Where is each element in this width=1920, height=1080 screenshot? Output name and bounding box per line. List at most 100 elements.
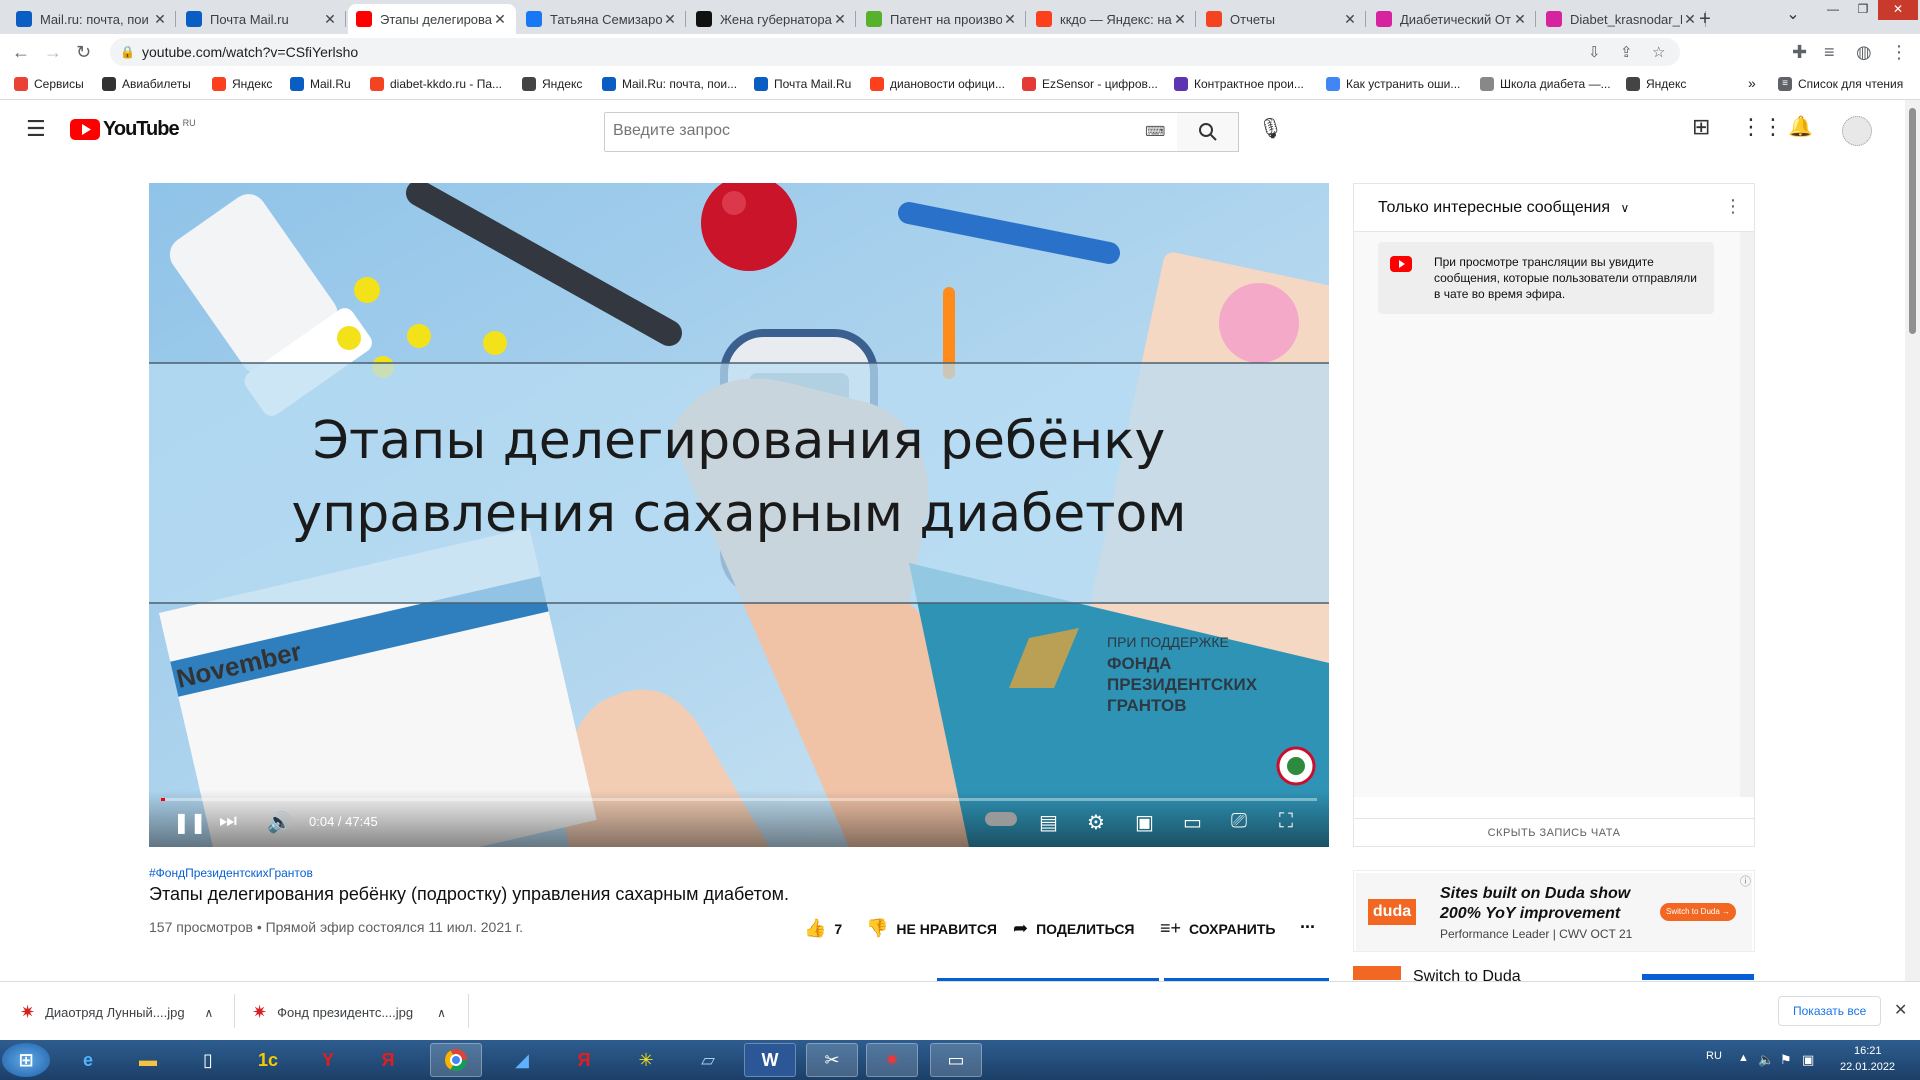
next-video-icon[interactable]: ⏭: [219, 810, 237, 833]
progress-bar[interactable]: [161, 798, 1317, 801]
close-tab-icon[interactable]: ✕: [492, 11, 508, 28]
clock-time[interactable]: 16:21: [1854, 1045, 1882, 1057]
file-explorer-icon[interactable]: ▬: [122, 1043, 174, 1077]
tab-search-icon[interactable]: ⌄: [1778, 6, 1808, 26]
like-button[interactable]: 👍 7: [804, 918, 842, 939]
bookmark-item[interactable]: Сервисы: [14, 77, 84, 91]
chat-scrollbar[interactable]: [1740, 232, 1754, 797]
autoplay-toggle[interactable]: [985, 812, 1017, 826]
share-page-icon[interactable]: ⇪: [1620, 43, 1633, 61]
page-scrollbar[interactable]: [1905, 100, 1920, 981]
thunderbird-icon[interactable]: ◢: [496, 1043, 548, 1077]
share-button[interactable]: ➦ ПОДЕЛИТЬСЯ: [1013, 918, 1135, 939]
new-tab-button[interactable]: +: [1690, 4, 1720, 34]
tray-expand-icon[interactable]: ▲: [1738, 1052, 1749, 1064]
bookmark-item[interactable]: Яндекс: [522, 77, 582, 91]
download-item-1[interactable]: ✷ Диаотряд Лунный....jpg ∧: [20, 1002, 213, 1023]
url-text[interactable]: youtube.com/watch?v=CSfiYerlsho: [142, 44, 358, 60]
video-player[interactable]: November Этапы делегирования ребёнку упр…: [149, 183, 1329, 847]
account-avatar[interactable]: [1842, 116, 1872, 146]
miniplayer-icon[interactable]: ▣: [1135, 810, 1154, 835]
bookmark-item[interactable]: Почта Mail.Ru: [754, 77, 851, 91]
browser-tab[interactable]: Жена губернатора ✕: [688, 4, 856, 34]
search-button[interactable]: [1177, 112, 1239, 152]
hide-chat-button[interactable]: СКРЫТЬ ЗАПИСЬ ЧАТА: [1354, 818, 1754, 848]
ad-info-icon[interactable]: ⓘ: [1740, 873, 1751, 889]
image-viewer-icon[interactable]: ✷: [866, 1043, 918, 1077]
close-window-icon[interactable]: ✕: [1878, 0, 1918, 20]
video-hashtag[interactable]: #ФондПрезидентскихГрантов: [149, 866, 313, 880]
close-downloads-icon[interactable]: ✕: [1894, 1000, 1907, 1020]
search-box[interactable]: ⌨: [604, 112, 1178, 152]
browser-tab[interactable]: ккдо — Яндекс: на ✕: [1028, 4, 1196, 34]
volume-icon[interactable]: 🔊: [267, 810, 292, 835]
bookmark-item[interactable]: Авиабилеты: [102, 77, 191, 91]
lock-icon[interactable]: 🔒: [120, 45, 135, 59]
bookmark-item[interactable]: Как устранить оши...: [1326, 77, 1460, 91]
bookmark-item[interactable]: Яндекс: [212, 77, 272, 91]
paint-icon[interactable]: ▱: [682, 1043, 734, 1077]
maximize-icon[interactable]: ❐: [1848, 0, 1878, 20]
chat-filter-dropdown[interactable]: Только интересные сообщения ∨: [1378, 199, 1629, 217]
chrome-menu-icon[interactable]: ⋮: [1890, 42, 1908, 63]
bookmark-item[interactable]: Яндекс: [1626, 77, 1686, 91]
page-scrollbar-thumb[interactable]: [1909, 108, 1916, 334]
forward-icon[interactable]: →: [44, 42, 62, 63]
reading-list-button[interactable]: ≡ Список для чтения: [1778, 77, 1903, 91]
browser-tab[interactable]: Diabet_krasnodar_F ✕: [1538, 4, 1706, 34]
reload-icon[interactable]: ↻: [76, 42, 91, 63]
address-bar[interactable]: 🔒 youtube.com/watch?v=CSfiYerlsho ⇩ ⇪ ☆: [110, 38, 1680, 66]
ad-cta-button[interactable]: Switch to Duda →: [1660, 903, 1736, 921]
close-tab-icon[interactable]: ✕: [1002, 11, 1018, 28]
chevron-up-icon[interactable]: ∧: [437, 1006, 446, 1020]
more-actions-button[interactable]: ...: [1300, 912, 1315, 933]
yandex-app-icon[interactable]: Я: [558, 1043, 610, 1077]
browser-tab[interactable]: Татьяна Семизаро ✕: [518, 4, 686, 34]
browser-tab[interactable]: Почта Mail.ru ✕: [178, 4, 346, 34]
save-button[interactable]: ≡+ СОХРАНИТЬ: [1160, 918, 1275, 939]
1c-icon[interactable]: 1c: [242, 1043, 294, 1077]
browser-tab[interactable]: Mail.ru: почта, пои ✕: [8, 4, 176, 34]
close-tab-icon[interactable]: ✕: [662, 11, 678, 28]
keyboard-icon[interactable]: ⌨: [1145, 123, 1165, 140]
internet-explorer-icon[interactable]: e: [62, 1043, 114, 1077]
close-tab-icon[interactable]: ✕: [1512, 11, 1528, 28]
settings-gear-icon[interactable]: ⚙: [1087, 810, 1105, 835]
create-video-icon[interactable]: ⊞: [1692, 114, 1710, 140]
sidebar-ad[interactable]: duda Sites built on Duda show 200% YoY i…: [1353, 870, 1755, 952]
next-ad-button[interactable]: [1642, 974, 1754, 980]
subtitles-icon[interactable]: ▤: [1039, 810, 1058, 835]
profile-avatar-icon[interactable]: ◍: [1856, 42, 1872, 63]
notifications-bell-icon[interactable]: 🔔: [1788, 114, 1813, 139]
close-tab-icon[interactable]: ✕: [1342, 11, 1358, 28]
browser-tab[interactable]: Отчеты ✕: [1198, 4, 1366, 34]
back-icon[interactable]: ←: [12, 42, 30, 63]
reading-list-icon[interactable]: ≡: [1824, 42, 1835, 63]
bookmark-item[interactable]: диановости офици...: [870, 77, 1005, 91]
yandex-icon[interactable]: Я: [362, 1043, 414, 1077]
language-indicator[interactable]: RU: [1706, 1050, 1722, 1062]
more-bookmarks-icon[interactable]: »: [1748, 75, 1756, 91]
fullscreen-icon[interactable]: ⛶: [1279, 810, 1293, 833]
action-center-flag-icon[interactable]: ⚑: [1780, 1052, 1792, 1068]
chrome-icon[interactable]: [430, 1043, 482, 1077]
bookmark-star-icon[interactable]: ☆: [1652, 43, 1665, 61]
download-item-2[interactable]: ✷ Фонд президентс....jpg ∧: [252, 1002, 446, 1023]
close-tab-icon[interactable]: ✕: [1172, 11, 1188, 28]
bookmark-item[interactable]: Mail.Ru: почта, пои...: [602, 77, 737, 91]
document-icon[interactable]: ▯: [182, 1043, 234, 1077]
yandex-browser-icon[interactable]: Y: [302, 1043, 354, 1077]
word-icon[interactable]: W: [744, 1043, 796, 1077]
snipping-tool-icon[interactable]: ✂: [806, 1043, 858, 1077]
chat-more-icon[interactable]: ⋮: [1724, 196, 1742, 217]
minimize-icon[interactable]: —: [1818, 0, 1848, 20]
show-all-downloads-button[interactable]: Показать все: [1778, 996, 1882, 1026]
joomla-app-icon[interactable]: ✳: [620, 1043, 672, 1077]
chevron-up-icon[interactable]: ∧: [205, 1006, 214, 1020]
start-button-icon[interactable]: ⊞: [2, 1043, 50, 1077]
bookmark-item[interactable]: Школа диабета —...: [1480, 77, 1611, 91]
extensions-icon[interactable]: ✚: [1792, 42, 1807, 63]
bookmark-item[interactable]: Контрактное прои...: [1174, 77, 1304, 91]
clock-date[interactable]: 22.01.2022: [1840, 1061, 1895, 1073]
search-input[interactable]: [613, 122, 1113, 140]
